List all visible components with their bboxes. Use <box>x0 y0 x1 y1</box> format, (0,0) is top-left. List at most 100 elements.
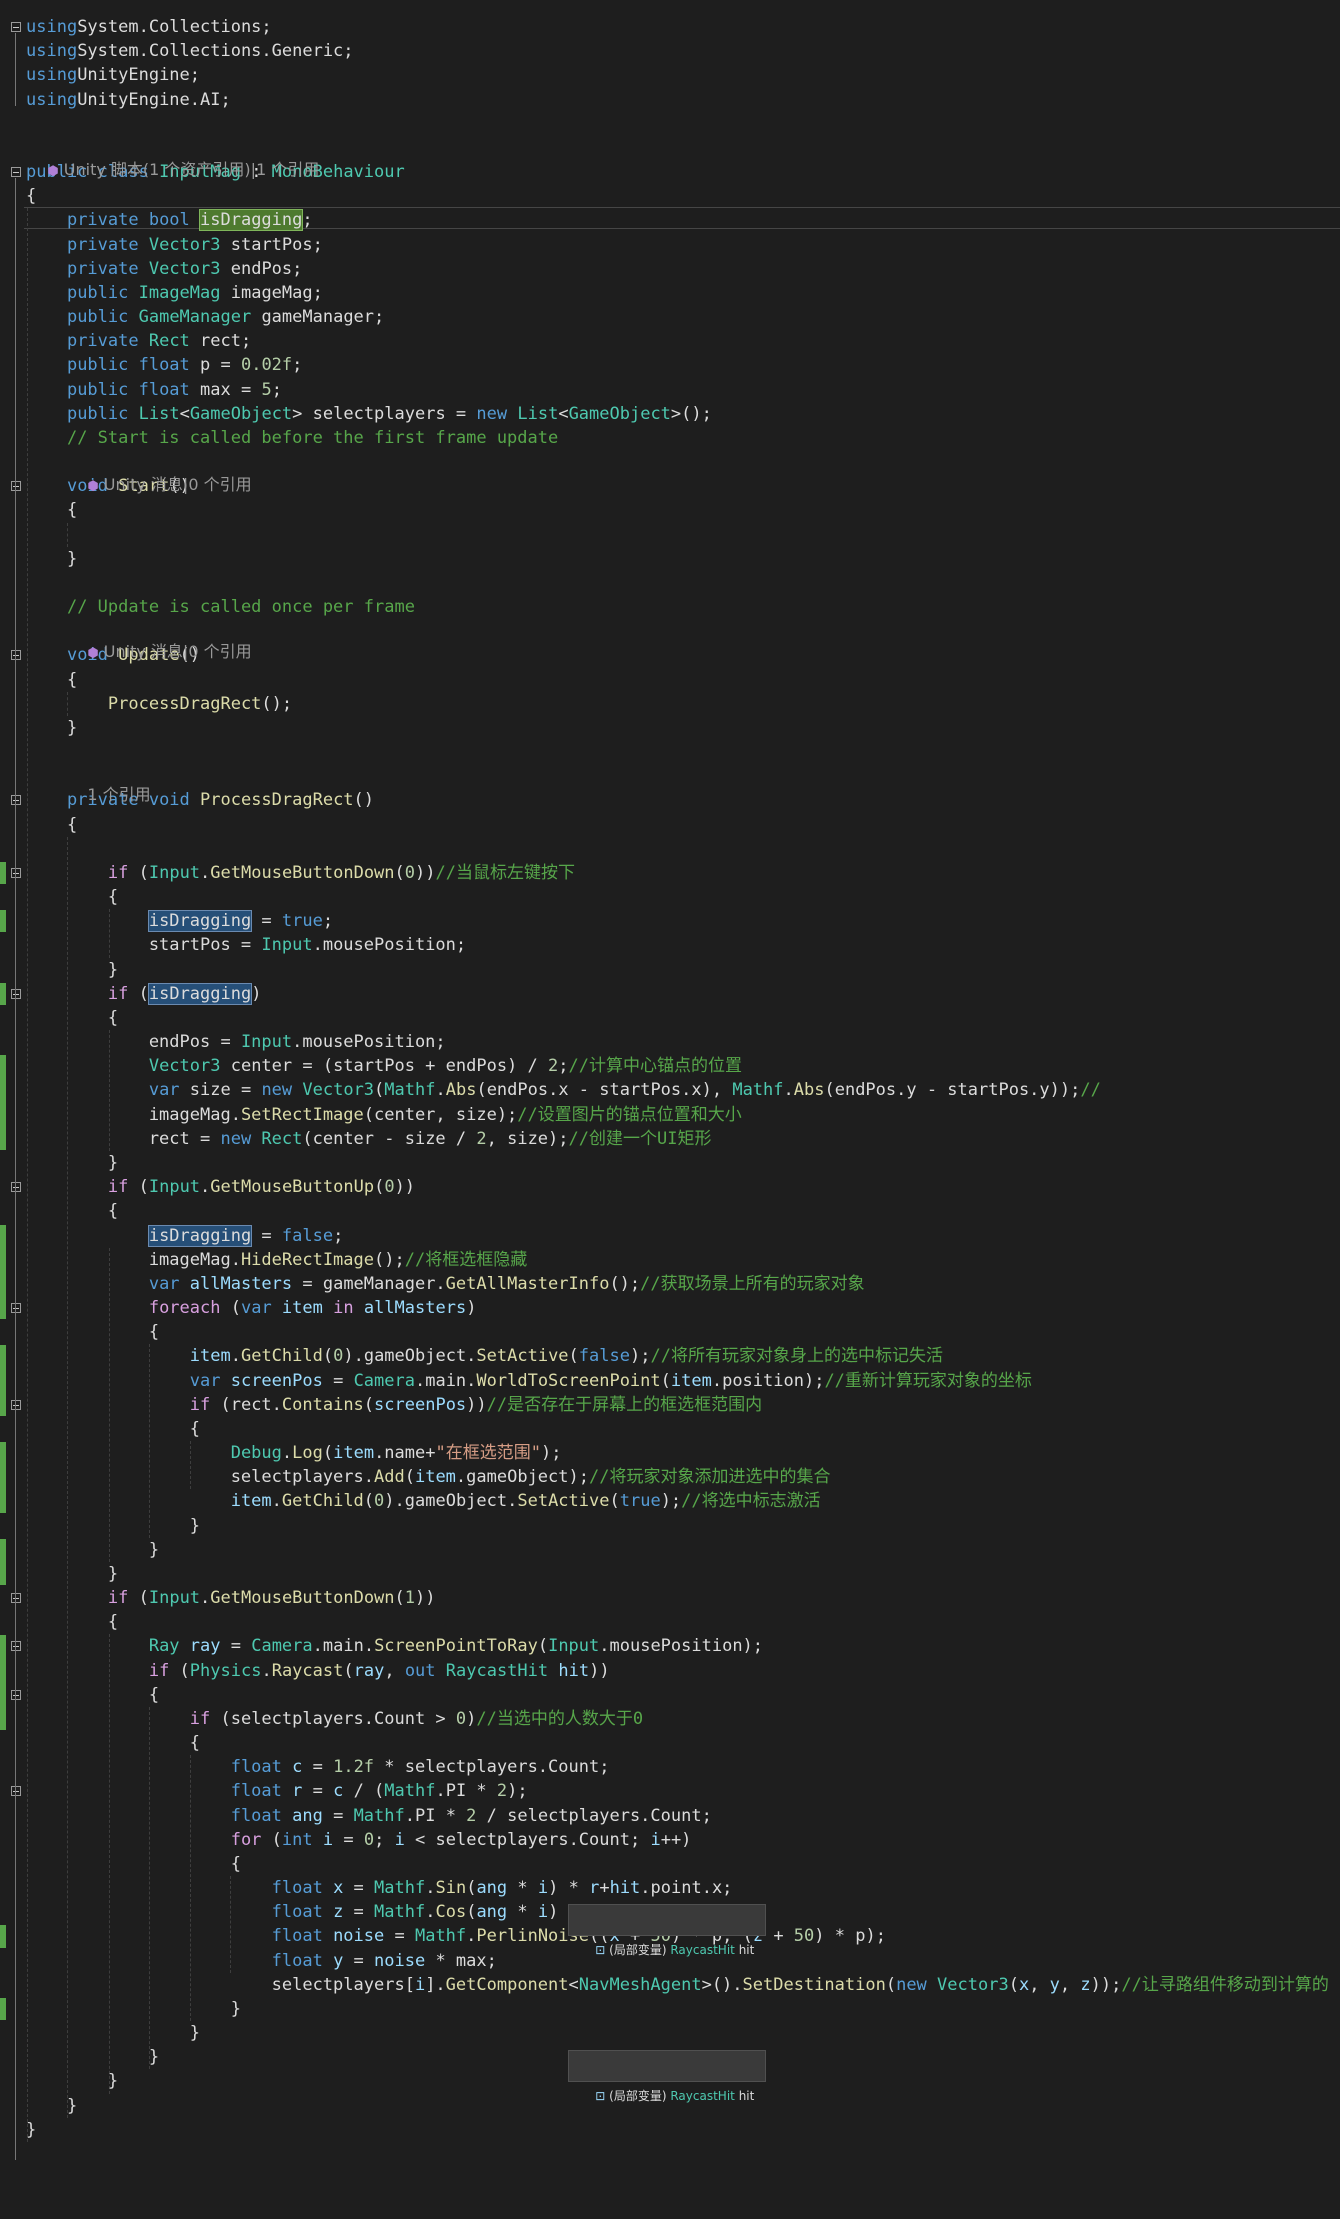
code-line[interactable]: private void ProcessDragRect() <box>0 788 1340 812</box>
code-line[interactable]: private Vector3 endPos; <box>0 257 1340 281</box>
code-text[interactable]: float c = 1.2f * selectplayers.Count; <box>26 1755 610 1779</box>
code-line[interactable]: private Rect rect; <box>0 329 1340 353</box>
code-text[interactable]: foreach (var item in allMasters) <box>26 1296 477 1320</box>
code-text[interactable]: { <box>26 1683 159 1707</box>
code-line[interactable]: { <box>0 1320 1340 1344</box>
code-text[interactable]: } <box>26 1538 159 1562</box>
code-line[interactable]: startPos = Input.mousePosition; <box>0 933 1340 957</box>
code-line[interactable]: private Vector3 startPos; <box>0 233 1340 257</box>
code-text[interactable]: } <box>26 958 118 982</box>
code-line[interactable]: { <box>0 1731 1340 1755</box>
code-text[interactable]: } <box>26 1562 118 1586</box>
code-text[interactable]: if (rect.Contains(screenPos))//是否存在于屏幕上的… <box>26 1393 762 1417</box>
code-text[interactable]: { <box>26 1731 200 1755</box>
code-text[interactable]: endPos = Input.mousePosition; <box>26 1030 446 1054</box>
code-text[interactable]: float y = noise * max; <box>26 1949 497 1973</box>
code-text[interactable]: } <box>26 1151 118 1175</box>
code-text[interactable]: public List<GameObject> selectplayers = … <box>26 402 712 426</box>
code-line[interactable]: for (int i = 0; i < selectplayers.Count;… <box>0 1828 1340 1852</box>
codelens-update[interactable]: ⬢ Unity 消息|0 个引用 <box>67 616 251 661</box>
code-text[interactable]: { <box>26 1852 241 1876</box>
code-text[interactable]: usingSystem.Collections; <box>26 15 272 39</box>
code-text[interactable]: float x = Mathf.Sin(ang * i) * r+hit.poi… <box>26 1876 733 1900</box>
code-text[interactable]: var size = new Vector3(Mathf.Abs(endPos.… <box>26 1078 1101 1102</box>
code-line[interactable]: if (rect.Contains(screenPos))//是否存在于屏幕上的… <box>0 1393 1340 1417</box>
code-line[interactable]: { <box>0 1417 1340 1441</box>
code-text[interactable]: item.GetChild(0).gameObject.SetActive(fa… <box>26 1344 943 1368</box>
code-text[interactable]: } <box>26 2094 77 2118</box>
code-line[interactable]: { <box>0 813 1340 837</box>
code-text[interactable]: } <box>26 2045 159 2069</box>
code-line[interactable] <box>0 837 1340 861</box>
codelens-process[interactable]: 1 个引用 <box>67 759 150 804</box>
code-text[interactable]: item.GetChild(0).gameObject.SetActive(tr… <box>26 1489 821 1513</box>
code-line[interactable]: } <box>0 1151 1340 1175</box>
code-text[interactable]: var screenPos = Camera.main.WorldToScree… <box>26 1369 1032 1393</box>
code-text[interactable]: } <box>26 2021 200 2045</box>
code-line[interactable]: { <box>0 184 1340 208</box>
code-text[interactable]: isDragging = true; <box>26 909 333 933</box>
code-line[interactable] <box>0 523 1340 547</box>
code-line[interactable]: { <box>0 885 1340 909</box>
code-line[interactable]: } <box>0 958 1340 982</box>
code-text[interactable]: usingSystem.Collections.Generic; <box>26 39 354 63</box>
code-line[interactable]: usingSystem.Collections; <box>0 15 1340 39</box>
code-line[interactable]: if (Input.GetMouseButtonDown(0))//当鼠标左键按… <box>0 861 1340 885</box>
code-text[interactable]: if (isDragging) <box>26 982 261 1006</box>
code-text[interactable]: isDragging = false; <box>26 1224 343 1248</box>
code-line[interactable]: if (Physics.Raycast(ray, out RaycastHit … <box>0 1659 1340 1683</box>
code-line[interactable]: { <box>0 498 1340 522</box>
code-line[interactable]: isDragging = false; <box>0 1224 1340 1248</box>
code-text[interactable]: public ImageMag imageMag; <box>26 281 323 305</box>
code-line[interactable]: public float max = 5; <box>0 378 1340 402</box>
code-line[interactable]: Debug.Log(item.name+"在框选范围"); <box>0 1441 1340 1465</box>
code-text[interactable]: if (selectplayers.Count > 0)//当选中的人数大于0 <box>26 1707 643 1731</box>
code-text[interactable]: } <box>26 547 77 571</box>
code-line[interactable]: { <box>0 1683 1340 1707</box>
code-line[interactable]: imageMag.SetRectImage(center, size);//设置… <box>0 1103 1340 1127</box>
code-line[interactable]: isDragging = true; <box>0 909 1340 933</box>
code-line[interactable]: Vector3 center = (startPos + endPos) / 2… <box>0 1054 1340 1078</box>
code-line[interactable]: float c = 1.2f * selectplayers.Count; <box>0 1755 1340 1779</box>
code-line[interactable]: usingSystem.Collections.Generic; <box>0 39 1340 63</box>
code-line[interactable]: } <box>0 1538 1340 1562</box>
code-text[interactable]: public float max = 5; <box>26 378 282 402</box>
code-text[interactable]: } <box>26 2069 118 2093</box>
code-text[interactable]: rect = new Rect(center - size / 2, size)… <box>26 1127 712 1151</box>
code-line[interactable]: } <box>0 2118 1340 2142</box>
code-text[interactable]: private Rect rect; <box>26 329 251 353</box>
code-line[interactable]: usingUnityEngine.AI; <box>0 88 1340 112</box>
code-line[interactable] <box>0 764 1340 788</box>
code-text[interactable]: var allMasters = gameManager.GetAllMaste… <box>26 1272 865 1296</box>
code-text[interactable]: Vector3 center = (startPos + endPos) / 2… <box>26 1054 742 1078</box>
code-line[interactable]: foreach (var item in allMasters) <box>0 1296 1340 1320</box>
code-line[interactable]: } <box>0 716 1340 740</box>
code-text[interactable]: // Start is called before the first fram… <box>26 426 558 450</box>
code-line[interactable]: { <box>0 668 1340 692</box>
code-text[interactable]: } <box>26 2118 36 2142</box>
code-line[interactable]: private bool isDragging; <box>0 208 1340 232</box>
code-text[interactable]: Debug.Log(item.name+"在框选范围"); <box>26 1441 562 1465</box>
code-line[interactable]: public List<GameObject> selectplayers = … <box>0 402 1340 426</box>
code-line[interactable] <box>0 571 1340 595</box>
code-line[interactable]: { <box>0 1199 1340 1223</box>
code-line[interactable]: public GameManager gameManager; <box>0 305 1340 329</box>
code-text[interactable]: private Vector3 endPos; <box>26 257 302 281</box>
code-line[interactable]: // Start is called before the first fram… <box>0 426 1340 450</box>
code-text[interactable]: startPos = Input.mousePosition; <box>26 933 466 957</box>
code-line[interactable]: float ang = Mathf.PI * 2 / selectplayers… <box>0 1804 1340 1828</box>
code-text[interactable]: private Vector3 startPos; <box>26 233 323 257</box>
code-line[interactable]: rect = new Rect(center - size / 2, size)… <box>0 1127 1340 1151</box>
code-line[interactable]: { <box>0 1006 1340 1030</box>
code-text[interactable]: if (Input.GetMouseButtonDown(1)) <box>26 1586 436 1610</box>
code-line[interactable]: } <box>0 547 1340 571</box>
codelens-class[interactable]: ⬢ Unity 脚本(1 个资产引用)|1 个引用 <box>27 134 319 179</box>
code-text[interactable]: ProcessDragRect(); <box>26 692 292 716</box>
code-line[interactable] <box>0 740 1340 764</box>
code-text[interactable]: float ang = Mathf.PI * 2 / selectplayers… <box>26 1804 712 1828</box>
code-line[interactable]: if (isDragging) <box>0 982 1340 1006</box>
code-line[interactable]: public ImageMag imageMag; <box>0 281 1340 305</box>
code-line[interactable]: if (selectplayers.Count > 0)//当选中的人数大于0 <box>0 1707 1340 1731</box>
code-text[interactable]: private bool isDragging; <box>26 208 313 232</box>
code-text[interactable]: { <box>26 1610 118 1634</box>
